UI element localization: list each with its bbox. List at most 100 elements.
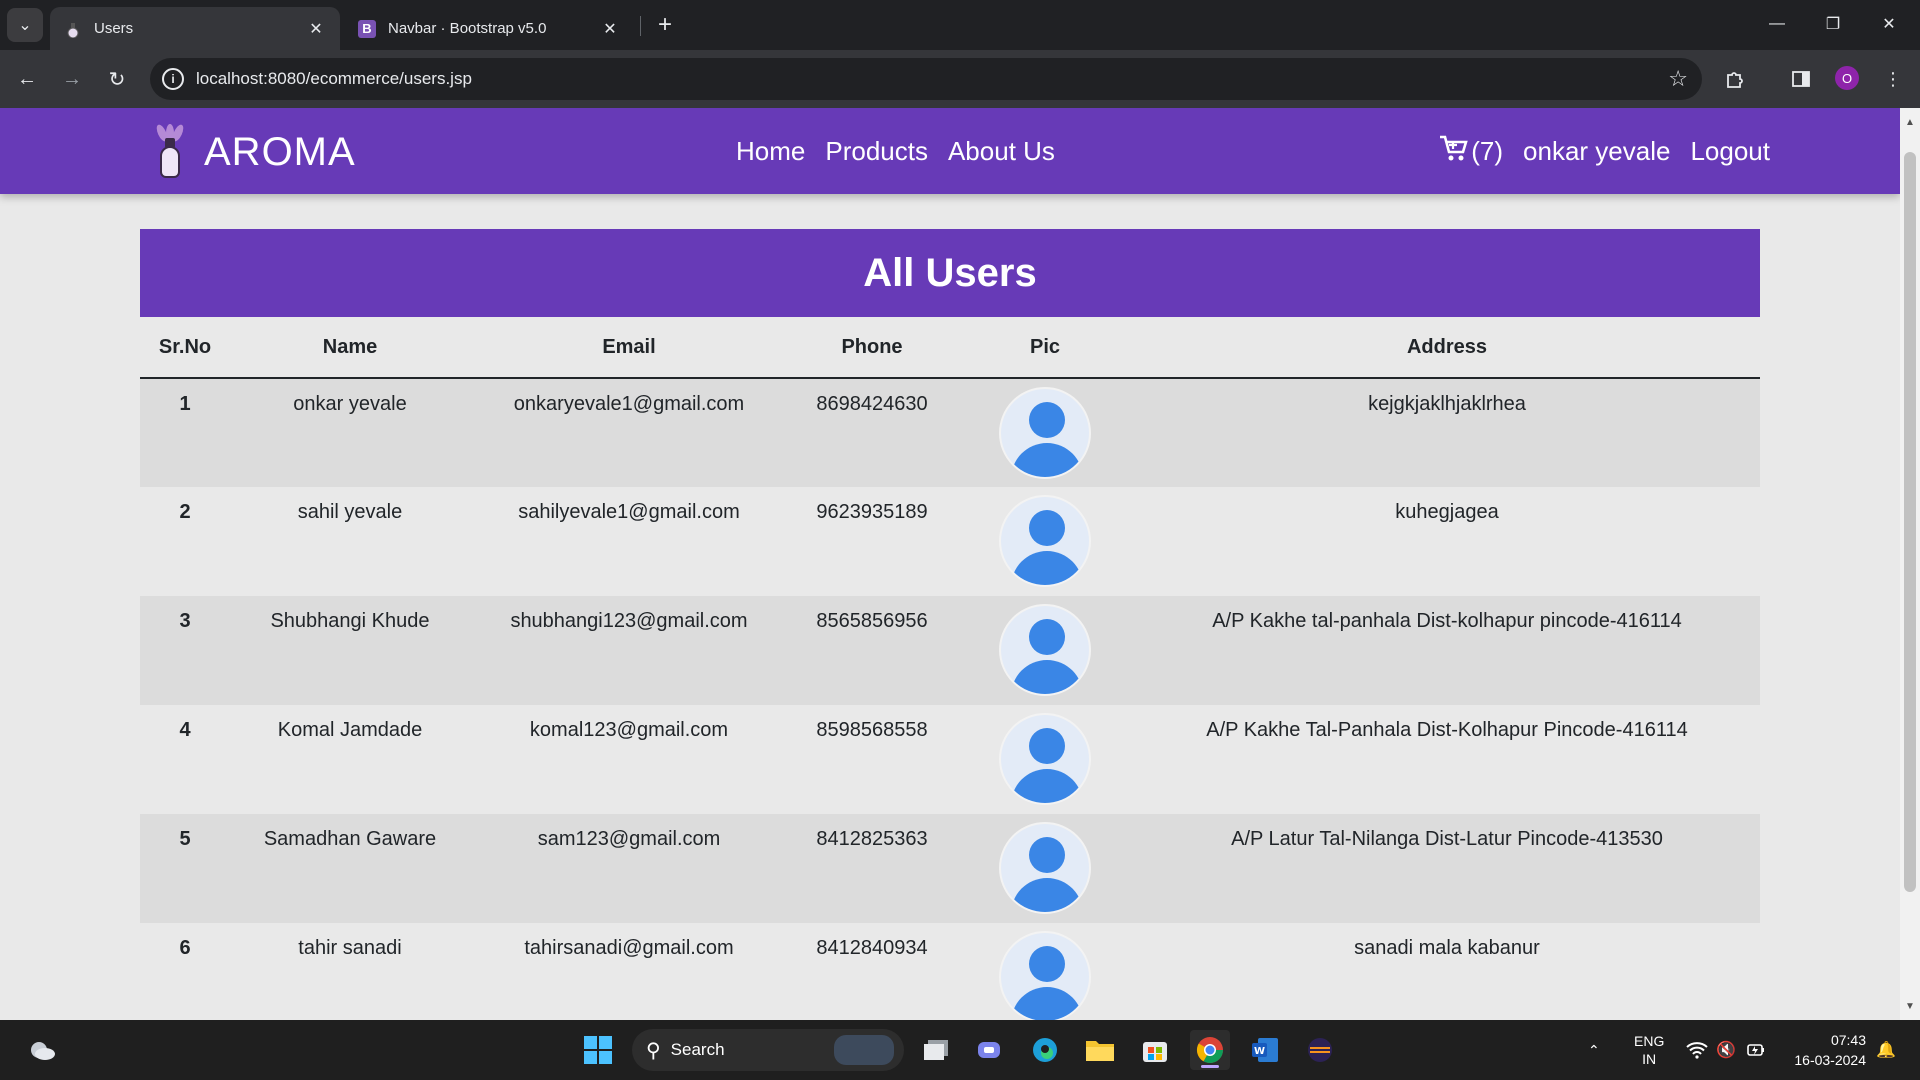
cell-sr-no: 2 (179, 501, 191, 523)
close-icon[interactable]: ✕ (600, 19, 620, 39)
table-row: 3 Shubhangi Khude shubhangi123@gmail.com… (140, 596, 1760, 705)
cart-count: (7) (1471, 135, 1504, 166)
site-info-icon[interactable]: i (162, 68, 184, 90)
word-app-icon[interactable]: W (1245, 1030, 1285, 1070)
brand-name: AROMA (204, 129, 356, 174)
user-menu: (7) onkar yevale Logout (1439, 108, 1770, 194)
table-row: 6 tahir sanadi tahirsanadi@gmail.com 841… (140, 923, 1760, 1020)
active-app-indicator (1201, 1065, 1219, 1068)
start-windows-icon[interactable] (578, 1030, 618, 1070)
taskbar-search[interactable]: ⚲ Search (632, 1029, 904, 1071)
column-header-email: Email (470, 317, 788, 379)
cell-name: onkar yevale (293, 393, 407, 415)
cell-email: sam123@gmail.com (537, 828, 721, 850)
system-clock[interactable]: 07:43 16-03-2024 (1786, 1030, 1866, 1070)
teams-chat-icon[interactable] (970, 1030, 1010, 1070)
bookmark-star-icon[interactable]: ☆ (1668, 66, 1688, 92)
cell-pic (956, 378, 1134, 487)
edge-browser-icon[interactable] (1025, 1030, 1065, 1070)
column-header-sr-no: Sr.No (140, 317, 230, 379)
cart-link[interactable]: (7) (1439, 134, 1503, 169)
table-row: 4 Komal Jamdade komal123@gmail.com 85985… (140, 705, 1760, 814)
volume-muted-icon[interactable]: 🔇 (1716, 1020, 1736, 1080)
tab-divider (640, 16, 641, 36)
shopping-cart-icon (1439, 134, 1469, 169)
profile-avatar[interactable]: O (1835, 66, 1859, 90)
scroll-up-arrow-icon[interactable]: ▲ (1900, 112, 1920, 132)
side-panel-icon[interactable] (1784, 62, 1818, 96)
column-header-phone: Phone (788, 317, 956, 379)
show-hidden-icons-chevron-icon[interactable]: ⌃ (1588, 1020, 1600, 1080)
column-header-address: Address (1134, 317, 1760, 379)
aroma-logo-icon (150, 123, 190, 180)
cell-address: A/P Latur Tal-Nilanga Dist-Latur Pincode… (1231, 828, 1663, 850)
column-header-name: Name (230, 317, 470, 379)
new-tab-plus-icon[interactable]: + (650, 10, 680, 40)
user-avatar-icon (999, 495, 1091, 587)
tab-bootstrap-navbar[interactable]: B Navbar · Bootstrap v5.0 ✕ (344, 7, 634, 50)
close-icon[interactable]: ✕ (306, 19, 326, 39)
cell-sr-no: 4 (179, 719, 191, 741)
cell-name: Komal Jamdade (277, 719, 423, 741)
file-explorer-icon[interactable] (1080, 1030, 1120, 1070)
url-text[interactable]: localhost:8080/ecommerce/users.jsp (196, 69, 1668, 89)
cell-phone: 8565856956 (816, 610, 928, 632)
cell-email: komal123@gmail.com (529, 719, 729, 741)
search-highlight-icon (834, 1035, 894, 1065)
nav-link-home[interactable]: Home (736, 136, 805, 167)
user-name-link[interactable]: onkar yevale (1523, 136, 1670, 167)
cell-pic (956, 596, 1134, 705)
chrome-browser-icon[interactable] (1190, 1030, 1230, 1070)
weather-widget-icon[interactable] (22, 1030, 62, 1070)
task-view-icon[interactable] (916, 1030, 956, 1070)
browser-toolbar: ← → ↻ i localhost:8080/ecommerce/users.j… (0, 50, 1920, 108)
site-navbar: AROMA Home Products About Us (7) onkar y… (0, 108, 1900, 194)
page-viewport: AROMA Home Products About Us (7) onkar y… (0, 108, 1900, 1020)
cell-pic (956, 487, 1134, 596)
table-row: 2 sahil yevale sahilyevale1@gmail.com 96… (140, 487, 1760, 596)
notification-bell-icon[interactable]: 🔔 (1876, 1020, 1896, 1080)
cell-name: Samadhan Gaware (263, 828, 437, 850)
restore-icon[interactable]: ❐ (1810, 6, 1856, 42)
close-window-icon[interactable]: ✕ (1866, 6, 1912, 42)
back-arrow-icon[interactable]: ← (10, 62, 44, 96)
cell-name: sahil yevale (297, 501, 403, 523)
language-indicator[interactable]: ENG IN (1634, 1020, 1664, 1080)
user-avatar-icon (999, 387, 1091, 479)
extensions-puzzle-icon[interactable] (1718, 62, 1752, 96)
forward-arrow-icon[interactable]: → (55, 62, 89, 96)
cell-pic (956, 923, 1134, 1020)
cell-sr-no: 5 (179, 828, 191, 850)
cell-address: A/P Kakhe tal-panhala Dist-kolhapur pinc… (1212, 610, 1682, 632)
heading-banner: All Users (140, 229, 1760, 317)
tab-users[interactable]: Users ✕ (50, 7, 340, 50)
cell-email: shubhangi123@gmail.com (510, 610, 748, 632)
scrollbar-thumb[interactable] (1904, 152, 1916, 892)
minimize-icon[interactable]: — (1754, 6, 1800, 42)
bootstrap-favicon-icon: B (358, 19, 376, 38)
nav-link-products[interactable]: Products (825, 136, 928, 167)
cell-phone: 8598568558 (816, 719, 928, 741)
brand-link[interactable]: AROMA (150, 123, 356, 180)
battery-icon[interactable] (1746, 1020, 1766, 1080)
eclipse-ide-icon[interactable] (1300, 1030, 1340, 1070)
wifi-icon[interactable] (1686, 1020, 1708, 1080)
kebab-menu-icon[interactable]: ⋮ (1876, 62, 1910, 96)
cell-address: sanadi mala kabanur (1354, 937, 1540, 959)
scroll-down-arrow-icon[interactable]: ▼ (1900, 996, 1920, 1016)
address-bar[interactable]: i localhost:8080/ecommerce/users.jsp ☆ (150, 58, 1702, 100)
nav-link-about-us[interactable]: About Us (948, 136, 1055, 167)
users-section: All Users Sr.No Name Email Phone Pic Add… (140, 229, 1760, 1020)
user-avatar-icon (999, 822, 1091, 914)
page-scrollbar[interactable]: ▲ ▼ (1900, 108, 1920, 1020)
tab-search-button[interactable]: ⌄ (7, 8, 43, 42)
reload-icon[interactable]: ↻ (100, 62, 134, 96)
microsoft-store-icon[interactable] (1135, 1030, 1175, 1070)
language-code: ENG (1634, 1033, 1665, 1049)
tab-title: Users (94, 20, 134, 37)
table-row: 5 Samadhan Gaware sam123@gmail.com 84128… (140, 814, 1760, 923)
svg-text:W: W (1254, 1046, 1265, 1057)
logout-link[interactable]: Logout (1690, 136, 1770, 167)
page-title: All Users (863, 250, 1037, 295)
region-code: IN (1642, 1051, 1657, 1067)
